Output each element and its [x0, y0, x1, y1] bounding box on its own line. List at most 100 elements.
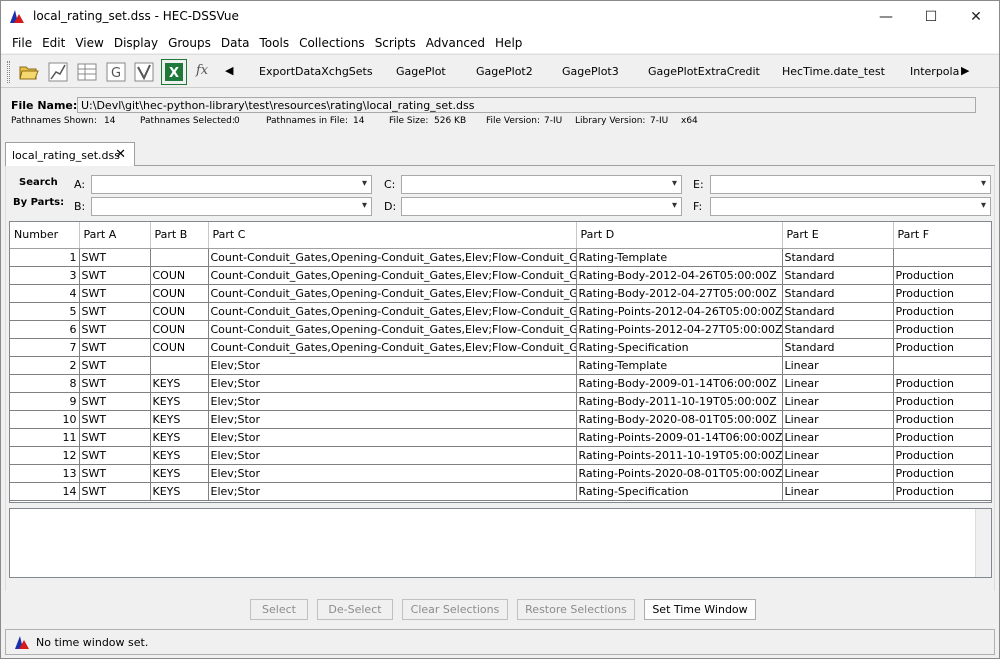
cell-number: 4 — [10, 284, 80, 303]
select-button[interactable]: Select — [250, 599, 308, 620]
table-row[interactable]: 10 SWT KEYS Elev;Stor Rating-Body-2020-08-01… — [10, 410, 991, 429]
deselect-button[interactable]: De-Select — [317, 599, 393, 620]
script-button-exportdataxchgsets[interactable]: ExportDataXchgSets — [259, 65, 373, 78]
math-functions-icon[interactable]: fx — [196, 63, 208, 78]
menu-edit[interactable]: Edit — [37, 36, 70, 50]
table-row[interactable]: 3 SWT COUN Count-Conduit_Gates,Opening-Cond… — [10, 266, 991, 285]
part-d-label: D: — [384, 200, 397, 213]
menu-display[interactable]: Display — [109, 36, 163, 50]
part-d-combo[interactable]: ▾ — [401, 197, 682, 216]
table-row[interactable]: 11 SWT KEYS Elev;Stor Rating-Points-2009-01-… — [10, 428, 991, 447]
menu-view[interactable]: View — [70, 36, 108, 50]
column-header-part-e[interactable]: Part E — [782, 222, 894, 249]
tab-label: local_rating_set.dss — [12, 148, 120, 162]
table-row[interactable]: 1 SWT Count-Conduit_Gates,Opening-Conduit_… — [10, 248, 991, 267]
cell-part-d: Rating-Points-2011-10-19T05:00:00Z — [576, 446, 783, 465]
cell-part-b — [150, 356, 209, 375]
cell-part-f: Production — [893, 482, 991, 501]
close-tab-icon[interactable]: ✕ — [115, 147, 126, 162]
cell-part-e: Standard — [782, 320, 894, 339]
plot-icon[interactable] — [46, 60, 70, 84]
pathname-table[interactable]: Number Part A Part B ^ Part C Part D Part… — [9, 221, 992, 503]
toolbar: G X fx ◀ ExportDataXchgSets GagePlot Gag… — [1, 54, 999, 88]
cell-part-a: SWT — [79, 338, 151, 357]
cell-part-c: Elev;Stor — [208, 482, 577, 501]
file-version-label: File Version: — [486, 116, 541, 126]
column-header-number[interactable]: Number — [10, 222, 80, 249]
cell-number: 7 — [10, 338, 80, 357]
scroll-right-icon[interactable]: ▶ — [961, 64, 969, 77]
table-row[interactable]: 9 SWT KEYS Elev;Stor Rating-Body-2011-10-19T… — [10, 392, 991, 411]
menu-collections[interactable]: Collections — [294, 36, 370, 50]
main-window: local_rating_set.dss - HEC-DSSVue — ☐ ✕ … — [0, 0, 1000, 659]
table-row[interactable]: 4 SWT COUN Count-Conduit_Gates,Opening-Cond… — [10, 284, 991, 303]
file-tab-strip: local_rating_set.dss ✕ — [5, 142, 995, 167]
menu-file[interactable]: File — [7, 36, 37, 50]
cell-part-c: Count-Conduit_Gates,Opening-Conduit_Gate… — [208, 248, 577, 267]
graph-v-icon[interactable] — [132, 60, 156, 84]
cell-part-e: Standard — [782, 248, 894, 267]
cell-part-d: Rating-Body-2009-01-14T06:00:00Z — [576, 374, 783, 393]
part-f-combo[interactable]: ▾ — [710, 197, 991, 216]
tabulate-icon[interactable] — [75, 60, 99, 84]
cell-part-f: Production — [893, 392, 991, 411]
pathnames-shown-value: 14 — [104, 116, 116, 126]
cell-number: 10 — [10, 410, 80, 429]
cell-part-e: Linear — [782, 464, 894, 483]
column-header-part-a[interactable]: Part A — [79, 222, 151, 249]
excel-icon[interactable]: X — [161, 59, 187, 85]
search-label: Search — [19, 177, 58, 188]
clear-selections-button[interactable]: Clear Selections — [402, 599, 508, 620]
table-row[interactable]: 12 SWT KEYS Elev;Stor Rating-Points-2011-10-… — [10, 446, 991, 465]
sort-ascending-icon: ^ — [388, 221, 397, 229]
script-button-gageplot3[interactable]: GagePlot3 — [562, 65, 619, 78]
part-c-combo[interactable]: ▾ — [401, 175, 682, 194]
vertical-scrollbar[interactable] — [975, 509, 991, 577]
script-button-gageplotextracredit[interactable]: GagePlotExtraCredit — [648, 65, 760, 78]
menu-advanced[interactable]: Advanced — [421, 36, 490, 50]
table-row[interactable]: 14 SWT KEYS Elev;Stor Rating-Specification Li… — [10, 482, 991, 501]
scroll-left-icon[interactable]: ◀ — [225, 64, 233, 77]
set-time-window-button[interactable]: Set Time Window — [644, 599, 756, 620]
script-button-gageplot[interactable]: GagePlot — [396, 65, 446, 78]
column-header-part-c[interactable]: ^ Part C — [208, 221, 577, 249]
tab-local-rating-set[interactable]: local_rating_set.dss ✕ — [5, 142, 135, 167]
selected-pathnames-list[interactable] — [9, 508, 992, 578]
status-bar: No time window set. — [5, 629, 995, 655]
script-button-gageplot2[interactable]: GagePlot2 — [476, 65, 533, 78]
open-folder-icon[interactable] — [17, 60, 41, 84]
toolbar-grip[interactable] — [7, 61, 10, 83]
cell-part-a: SWT — [79, 284, 151, 303]
table-row[interactable]: 7 SWT COUN Count-Conduit_Gates,Opening-Cond… — [10, 338, 991, 357]
table-row[interactable]: 6 SWT COUN Count-Conduit_Gates,Opening-Cond… — [10, 320, 991, 339]
part-b-combo[interactable]: ▾ — [91, 197, 372, 216]
close-window-button[interactable]: ✕ — [953, 1, 999, 32]
part-a-combo[interactable]: ▾ — [91, 175, 372, 194]
graph-g-icon[interactable]: G — [104, 60, 128, 84]
maximize-button[interactable]: ☐ — [908, 1, 954, 32]
restore-selections-button[interactable]: Restore Selections — [517, 599, 635, 620]
part-e-label: E: — [693, 178, 704, 191]
menu-scripts[interactable]: Scripts — [370, 36, 421, 50]
table-row[interactable]: 8 SWT KEYS Elev;Stor Rating-Body-2009-01-14T… — [10, 374, 991, 393]
minimize-button[interactable]: — — [863, 1, 909, 32]
column-header-part-b[interactable]: Part B — [150, 222, 209, 249]
column-header-part-f[interactable]: Part F — [893, 222, 991, 249]
column-header-part-d[interactable]: Part D — [576, 222, 783, 249]
table-row[interactable]: 13 SWT KEYS Elev;Stor Rating-Points-2020-08-… — [10, 464, 991, 483]
menu-groups[interactable]: Groups — [163, 36, 216, 50]
table-row[interactable]: 2 SWT Elev;Stor Rating-Template Linear — [10, 356, 991, 375]
chevron-down-icon: ▾ — [671, 178, 677, 189]
chevron-down-icon: ▾ — [980, 200, 986, 211]
cell-part-a: SWT — [79, 374, 151, 393]
menu-tools[interactable]: Tools — [255, 36, 295, 50]
menu-data[interactable]: Data — [216, 36, 255, 50]
script-button-hectime-date-test[interactable]: HecTime.date_test — [782, 65, 885, 78]
cell-part-e: Linear — [782, 410, 894, 429]
script-button-interpola[interactable]: Interpola — [910, 65, 959, 78]
part-e-combo[interactable]: ▾ — [710, 175, 991, 194]
menu-help[interactable]: Help — [490, 36, 527, 50]
table-row[interactable]: 5 SWT COUN Count-Conduit_Gates,Opening-Cond… — [10, 302, 991, 321]
cell-part-d: Rating-Body-2020-08-01T05:00:00Z — [576, 410, 783, 429]
cell-part-f: Production — [893, 446, 991, 465]
